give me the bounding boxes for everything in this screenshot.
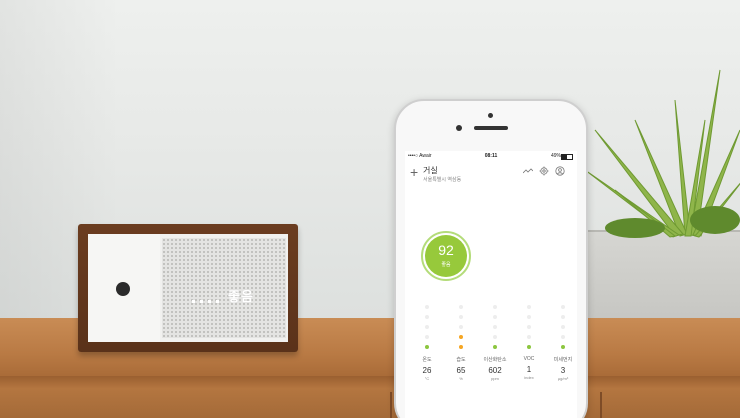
metric-item[interactable]: VOC 1 index — [515, 356, 543, 380]
gauge-dot — [493, 305, 497, 309]
gauge-dot — [561, 335, 565, 339]
metric-value: 1 — [526, 365, 532, 374]
gauge-dot — [527, 305, 531, 309]
metric-label: 온도 — [422, 357, 432, 363]
device-face: 좋음 — [88, 234, 288, 342]
metric-label: 습도 — [456, 357, 466, 363]
metric-unit: ppm — [491, 376, 499, 381]
metric-item[interactable]: 미세먼지 3 µg/m³ — [549, 356, 577, 381]
room-location: 서울특별시 역삼동 — [423, 177, 462, 183]
battery-icon — [561, 154, 573, 160]
gauge-dot — [527, 335, 531, 339]
device-left-panel — [88, 234, 160, 342]
device-led — [208, 300, 211, 303]
gauge-dot — [425, 315, 429, 319]
trend-icon[interactable] — [523, 166, 533, 176]
gauge-dot — [493, 325, 497, 329]
device-led — [216, 300, 219, 303]
metric-item[interactable]: 이산화탄소 602 ppm — [481, 356, 509, 381]
gauge-dot — [561, 315, 565, 319]
air-score-label: 좋음 — [441, 262, 451, 268]
gauge-dot — [561, 345, 565, 349]
gauge-dot — [425, 345, 429, 349]
metric-item[interactable]: 습도 65% — [447, 356, 475, 381]
planter — [582, 232, 740, 332]
drawer-gap — [390, 392, 392, 418]
awair-device: 좋음 — [78, 224, 298, 352]
gauge-dot — [459, 315, 463, 319]
metric-unit: µg/m³ — [557, 376, 569, 381]
device-grille — [162, 238, 286, 338]
smartphone: ••••○ Awair 08:11 49% + 거실 서울특별시 역삼동 92 … — [394, 99, 588, 418]
succulent-plant — [584, 69, 740, 238]
profile-icon[interactable] — [555, 166, 565, 176]
metric-gauge — [527, 305, 531, 355]
gauge-dot — [459, 325, 463, 329]
metric-gauge — [561, 305, 565, 355]
phone-camera — [456, 125, 462, 131]
gauge-dot — [493, 335, 497, 339]
gauge-dot — [425, 325, 429, 329]
gauge-dot — [459, 335, 463, 339]
metric-gauge — [459, 305, 463, 355]
air-score-circle: 92 좋음 — [425, 235, 467, 277]
status-battery-percent: 49% — [550, 153, 561, 159]
status-bar: ••••○ Awair 08:11 49% — [405, 151, 577, 161]
metric-gauge — [425, 305, 429, 355]
metric-unit: index — [524, 375, 534, 380]
gauge-dot — [493, 345, 497, 349]
metric-label: 미세먼지 — [553, 357, 573, 363]
gauge-dot — [527, 315, 531, 319]
phone-speaker — [474, 126, 508, 130]
add-icon[interactable]: + — [410, 165, 418, 179]
air-score-ring: 92 좋음 — [421, 231, 471, 281]
gauge-dot — [527, 345, 531, 349]
metric-value: 26 — [422, 366, 432, 375]
room-name: 거실 — [423, 166, 438, 175]
metric-value: 3 — [560, 366, 566, 375]
gauge-dot — [459, 345, 463, 349]
gauge-dot — [561, 325, 565, 329]
metric-gauge — [493, 305, 497, 355]
gauge-dot — [493, 315, 497, 319]
drawer-gap — [600, 392, 602, 418]
metric-unit: % — [459, 376, 463, 381]
gauge-dot — [425, 305, 429, 309]
gauge-dot — [425, 335, 429, 339]
gauge-dot — [561, 305, 565, 309]
gauge-dot — [527, 325, 531, 329]
device-led — [192, 300, 195, 303]
app-screen: ••••○ Awair 08:11 49% + 거실 서울특별시 역삼동 92 … — [405, 151, 577, 418]
phone-sensor — [488, 113, 493, 118]
metric-label: VOC — [523, 356, 535, 362]
gauge-dot — [459, 305, 463, 309]
device-knob — [116, 282, 130, 296]
shelf-front — [0, 376, 740, 418]
settings-icon[interactable] — [539, 166, 549, 176]
device-led — [200, 300, 203, 303]
air-score-value: 92 — [438, 242, 454, 258]
device-display-word: 좋음 — [228, 289, 254, 304]
metric-unit: °C — [424, 376, 430, 381]
metric-item[interactable]: 온도 26 °C — [413, 356, 441, 381]
metric-value: 602 — [488, 366, 502, 375]
scene: 좋음 ••••○ Awair 08:11 49% + 거실 서울특별시 역삼동 — [0, 0, 740, 418]
metric-value: 65 — [456, 366, 466, 375]
metric-label: 이산화탄소 — [483, 357, 507, 363]
